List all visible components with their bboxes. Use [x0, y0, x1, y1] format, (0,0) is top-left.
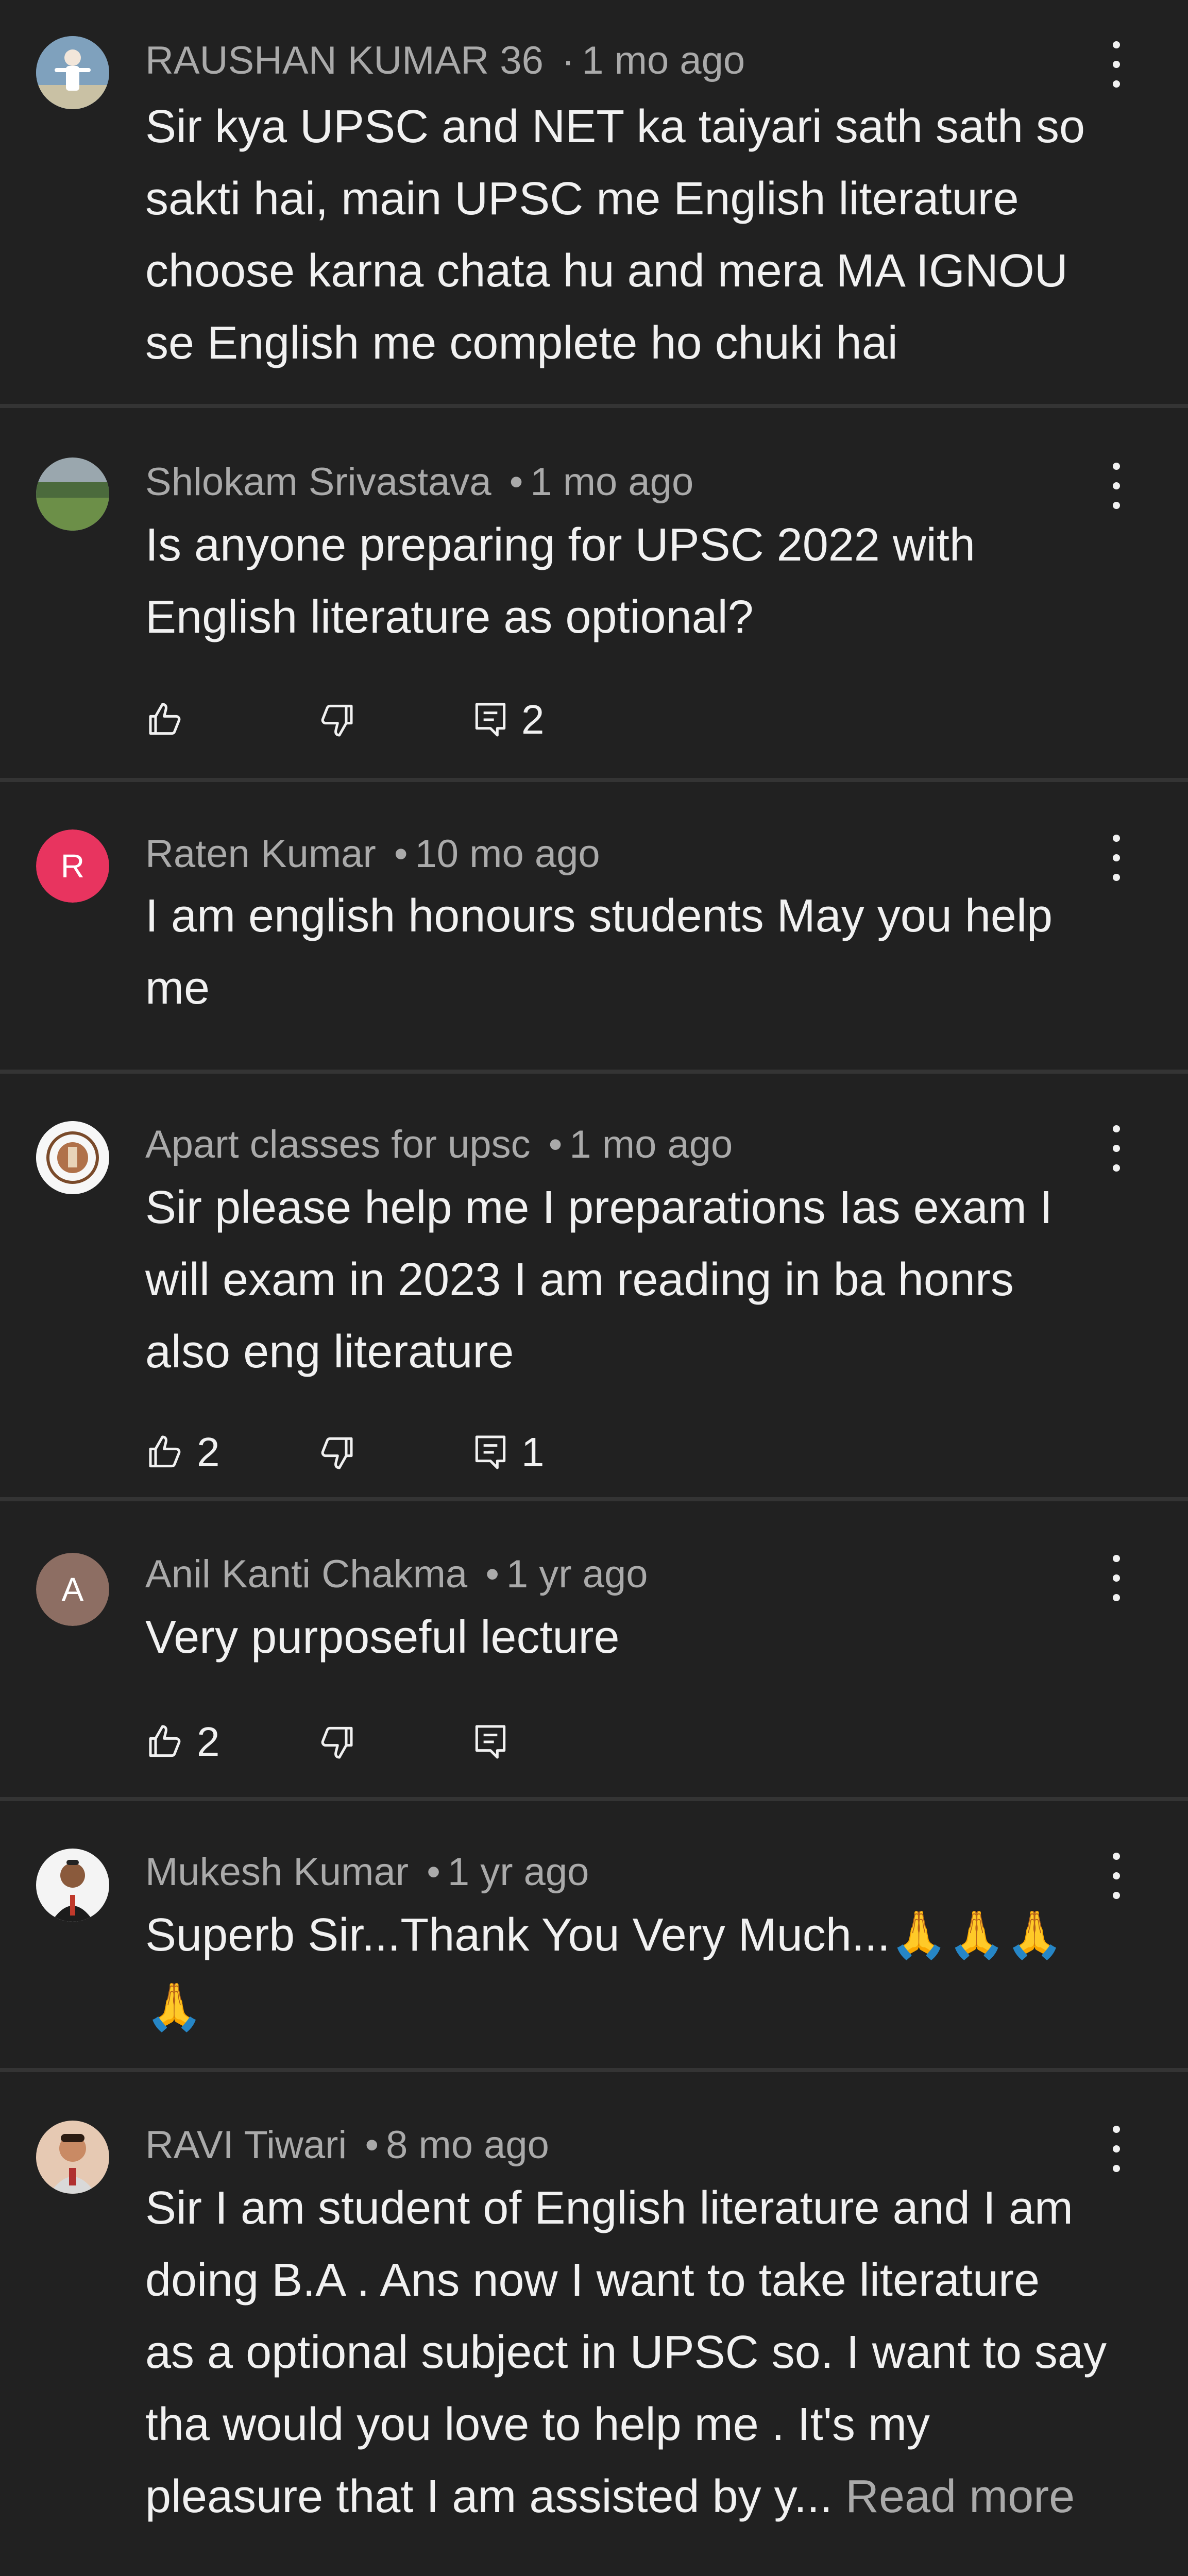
comment-text: Is anyone preparing for UPSC 2022 with E… [145, 519, 975, 643]
comment-meta: Apart classes for upsc • 1 mo ago [145, 1121, 733, 1168]
reply-comment-icon [475, 1435, 506, 1469]
meta-separator: • [394, 832, 408, 876]
comment-time[interactable]: 10 mo ago [415, 832, 600, 876]
comment-meta: Mukesh Kumar • 1 yr ago [145, 1849, 589, 1896]
meta-separator: • [365, 2123, 379, 2167]
more-vertical-icon[interactable] [1098, 1125, 1134, 1172]
comment-time[interactable]: 1 mo ago [582, 39, 745, 82]
comment-item: A Anil Kanti Chakma • 1 yr ago Very purpo… [0, 1501, 1188, 1797]
more-vertical-icon[interactable] [1098, 1555, 1134, 1601]
thumbs-up-icon [149, 703, 181, 735]
avatar[interactable] [36, 2121, 109, 2194]
like-button[interactable] [145, 697, 186, 743]
like-count: 2 [197, 1719, 220, 1765]
divider [0, 1797, 1188, 1801]
thumbs-down-icon [321, 704, 353, 737]
meta-separator: • [427, 1850, 440, 1894]
avatar-letter: A [36, 1553, 109, 1626]
meta-separator: • [485, 1552, 499, 1596]
reply-button[interactable]: 1 [470, 1429, 545, 1476]
comment-item: Shlokam Srivastava • 1 mo ago Is anyone p… [0, 408, 1188, 778]
dislike-button[interactable] [315, 1429, 357, 1476]
more-vertical-icon[interactable] [1098, 41, 1134, 88]
comment-actions: 2 1 [145, 1429, 867, 1476]
comment-time[interactable]: 8 mo ago [386, 2123, 549, 2167]
dislike-button[interactable] [315, 1719, 357, 1765]
comment-author[interactable]: RAUSHAN KUMAR 36 [145, 39, 544, 82]
comment-time[interactable]: 1 yr ago [448, 1850, 589, 1894]
comment-author[interactable]: Raten Kumar [145, 832, 376, 876]
comment-meta: Raten Kumar • 10 mo ago [145, 831, 600, 878]
reply-button[interactable]: 2 [470, 697, 545, 743]
comment-item: RAUSHAN KUMAR 36 · 1 mo ago Sir kya UPSC … [0, 0, 1188, 406]
comment-item: R Raten Kumar • 10 mo ago I am english ho… [0, 782, 1188, 1072]
comment-text: Sir please help me I preparations Ias ex… [145, 1182, 1053, 1378]
comment-author[interactable]: Mukesh Kumar [145, 1850, 409, 1894]
comment-time[interactable]: 1 mo ago [569, 1123, 733, 1166]
comment-text: I am english honours students May you he… [145, 890, 1053, 1014]
thumbs-up-icon [149, 1435, 181, 1468]
comment-meta: Shlokam Srivastava • 1 mo ago [145, 459, 693, 506]
comment-meta: Anil Kanti Chakma • 1 yr ago [145, 1551, 648, 1598]
comment-meta: RAUSHAN KUMAR 36 · 1 mo ago [145, 37, 745, 84]
comment-meta: RAVI Tiwari • 8 mo ago [145, 2122, 549, 2169]
comment-item: RAVI Tiwari • 8 mo ago Sir I am student o… [0, 2072, 1188, 2576]
reply-button[interactable] [470, 1719, 511, 1765]
divider [0, 2068, 1188, 2072]
reply-comment-icon [475, 1725, 506, 1759]
more-vertical-icon[interactable] [1098, 1853, 1134, 1899]
profile-photo-icon [36, 1849, 109, 1922]
comment-text: Superb Sir...Thank You Very Much...🙏🙏🙏 🙏 [145, 1909, 1064, 2033]
like-count: 2 [197, 1429, 220, 1475]
divider [0, 1497, 1188, 1501]
like-button[interactable]: 2 [145, 1719, 220, 1765]
divider [0, 1070, 1188, 1074]
avatar[interactable] [36, 457, 109, 531]
meta-separator: · [561, 39, 575, 82]
like-button[interactable]: 2 [145, 1429, 220, 1476]
more-vertical-icon[interactable] [1098, 2126, 1134, 2172]
comment-actions: 2 [145, 1719, 867, 1765]
avatar[interactable] [36, 1849, 109, 1922]
comment-text: Sir kya UPSC and NET ka taiyari sath sat… [145, 101, 1085, 369]
more-vertical-icon[interactable] [1098, 835, 1134, 881]
comment-actions: 2 [145, 697, 867, 743]
reply-comment-icon [475, 703, 506, 737]
profile-photo-icon [36, 36, 109, 109]
profile-photo-icon [36, 457, 109, 531]
divider [0, 404, 1188, 408]
comment-author[interactable]: Shlokam Srivastava [145, 460, 491, 504]
comment-text: Very purposeful lecture [145, 1612, 620, 1663]
thumbs-down-icon [321, 1437, 353, 1469]
comment-item: Apart classes for upsc • 1 mo ago Sir ple… [0, 1074, 1188, 1497]
divider [0, 778, 1188, 782]
meta-separator: • [548, 1123, 563, 1166]
avatar[interactable] [36, 1121, 109, 1194]
comment-author[interactable]: Apart classes for upsc [145, 1123, 531, 1166]
emblem-logo-icon [36, 1121, 109, 1194]
avatar[interactable] [36, 36, 109, 109]
meta-separator: • [509, 460, 523, 504]
thumbs-up-icon [149, 1725, 181, 1757]
comment-author[interactable]: Anil Kanti Chakma [145, 1552, 467, 1596]
thumbs-down-icon [321, 1726, 353, 1759]
comment-time[interactable]: 1 mo ago [530, 460, 693, 504]
more-vertical-icon[interactable] [1098, 463, 1134, 509]
comment-author[interactable]: RAVI Tiwari [145, 2123, 347, 2167]
reply-count: 2 [521, 697, 545, 742]
reply-count: 1 [521, 1429, 545, 1475]
comment-item: Mukesh Kumar • 1 yr ago Superb Sir...Than… [0, 1801, 1188, 2070]
avatar[interactable]: R [36, 829, 109, 903]
avatar[interactable]: A [36, 1553, 109, 1626]
avatar-letter: R [36, 829, 109, 903]
profile-photo-icon [36, 2121, 109, 2194]
comment-time[interactable]: 1 yr ago [506, 1552, 648, 1596]
dislike-button[interactable] [315, 697, 357, 743]
read-more-link[interactable]: Read more [845, 2471, 1075, 2522]
comment-text: Sir I am student of English literature a… [145, 2172, 1134, 2533]
